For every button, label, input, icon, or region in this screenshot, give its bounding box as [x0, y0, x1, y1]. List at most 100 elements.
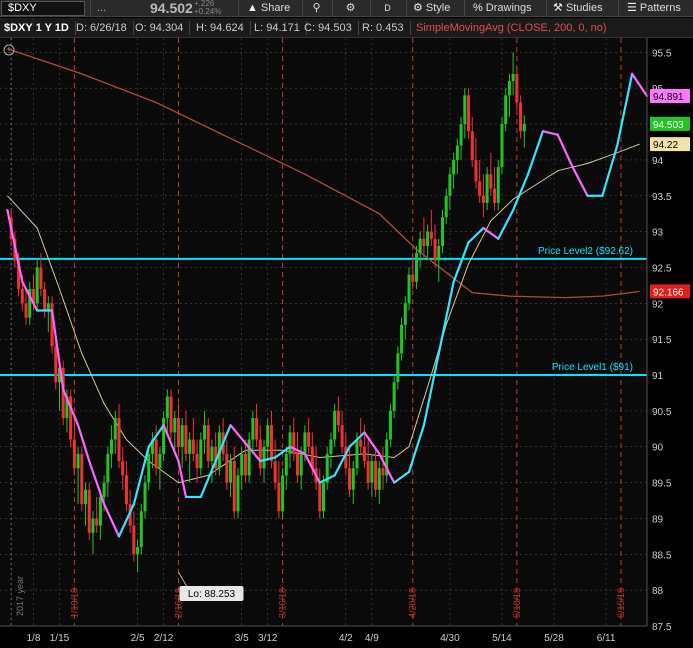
- candle-body: [110, 439, 114, 454]
- candle-body: [370, 461, 374, 483]
- patterns-button[interactable]: ☰ Patterns: [618, 0, 693, 17]
- share-icon: ▲: [247, 2, 258, 14]
- y-tick-label: 87.5: [652, 622, 672, 633]
- bar-close: C: 94.503: [304, 21, 359, 35]
- candle-body: [173, 418, 177, 433]
- candle-body: [463, 95, 467, 125]
- candle-body: [132, 525, 136, 555]
- event-marker-label: 6/15/18: [616, 588, 626, 618]
- candle-body: [392, 382, 396, 411]
- candle-body: [84, 489, 88, 505]
- candle-body: [72, 439, 76, 469]
- change-pct: +0.24%: [194, 7, 222, 16]
- studies-button[interactable]: ⚒ Studies: [546, 0, 616, 17]
- x-tick-label: 3/5: [235, 633, 249, 644]
- aggregation-button[interactable]: D: [370, 0, 404, 17]
- chart-title: $DXY 1 Y 1D: [4, 21, 76, 35]
- share-label: Share: [260, 2, 291, 14]
- event-marker-label: 4/20/18: [408, 588, 418, 618]
- candle-body: [307, 432, 311, 447]
- candle-body: [396, 353, 400, 383]
- bar-open: O: 94.304: [135, 21, 191, 35]
- event-marker-label: 3/16/18: [278, 588, 288, 618]
- candle-body: [355, 439, 359, 469]
- y-tick-label: 93: [652, 228, 664, 239]
- candle-body: [184, 425, 188, 454]
- candle-body: [113, 418, 117, 440]
- bar-range: R: 0.453: [362, 21, 411, 35]
- candle-body: [292, 432, 296, 454]
- bar-date: D: 6/26/18: [76, 21, 134, 35]
- candle-body: [258, 439, 262, 469]
- candle-body: [136, 547, 140, 555]
- candle-body: [467, 95, 471, 132]
- candle-body: [43, 288, 47, 311]
- candle-body: [102, 482, 106, 497]
- candle-body: [106, 453, 110, 483]
- candle-body: [444, 195, 448, 218]
- candle-body: [251, 418, 255, 440]
- candle-body: [507, 81, 511, 96]
- style-button[interactable]: ⚙ Style: [406, 0, 462, 17]
- candle-body: [124, 475, 128, 505]
- candle-body: [20, 288, 24, 304]
- candle-body: [24, 303, 28, 318]
- x-tick-label: 4/30: [440, 633, 460, 644]
- symbol-input[interactable]: $DXY: [1, 1, 85, 16]
- candle-body: [288, 432, 292, 454]
- patterns-label: Patterns: [639, 2, 681, 14]
- x-tick-label: 1/8: [27, 633, 41, 644]
- x-tick-label: 4/2: [339, 633, 353, 644]
- price-chart[interactable]: 1/19/18 2/16/18 3/16/18 4/20/18 5/18/18 6/15/…: [0, 38, 693, 648]
- candle-body: [429, 231, 433, 239]
- year-label: 2017 year: [15, 576, 25, 616]
- candle-body: [504, 95, 508, 125]
- candle-body: [481, 195, 485, 203]
- candle-body: [485, 174, 489, 203]
- x-tick-label: 3/12: [258, 633, 278, 644]
- drawings-label: Drawings: [485, 2, 532, 14]
- candle-body: [388, 410, 392, 440]
- event-marker-label: 1/19/18: [69, 588, 79, 618]
- candle-body: [236, 475, 240, 512]
- candle-body: [176, 418, 180, 447]
- candle-body: [359, 439, 363, 447]
- settings-button[interactable]: ⚙: [332, 0, 368, 17]
- candle-body: [87, 489, 91, 533]
- y-tick-label: 88: [652, 586, 664, 597]
- y-tick-label: 90.5: [652, 407, 672, 418]
- candle-body: [91, 518, 95, 533]
- flask-button[interactable]: ⚲: [302, 0, 330, 17]
- flask-icon: ⚲: [312, 2, 321, 14]
- candle-body: [269, 425, 273, 462]
- candle-body: [232, 461, 236, 512]
- style-label: Style: [425, 2, 451, 14]
- share-button[interactable]: ▲ Share: [238, 0, 300, 17]
- candle-body: [154, 439, 158, 469]
- candle-body: [225, 453, 229, 483]
- study-label[interactable]: SimpleMovingAvg (CLOSE, 200, 0, no): [416, 21, 613, 35]
- candle-body: [448, 174, 452, 196]
- drawings-button[interactable]: % Drawings: [464, 0, 544, 17]
- patterns-icon: ☰: [627, 2, 637, 14]
- candle-body: [180, 425, 184, 447]
- candle-body: [158, 453, 162, 469]
- candle-body: [303, 432, 307, 454]
- candle-body: [500, 124, 504, 168]
- candle-body: [188, 439, 192, 454]
- x-tick-label: 5/28: [544, 633, 564, 644]
- x-tick-label: 6/11: [597, 633, 616, 644]
- candle-body: [199, 439, 203, 469]
- candle-body: [169, 396, 173, 433]
- candle-body: [95, 518, 99, 526]
- y-tick-label: 90: [652, 443, 664, 454]
- candle-body: [452, 159, 456, 175]
- y-tick-label: 93.5: [652, 192, 672, 203]
- event-marker-label: 5/18/18: [512, 588, 522, 618]
- candle-body: [522, 123, 526, 132]
- candle-body: [377, 468, 381, 490]
- candle-body: [519, 102, 523, 132]
- more-menu-button[interactable]: ...: [90, 0, 112, 17]
- candle-body: [281, 475, 285, 512]
- candle-body: [478, 181, 482, 196]
